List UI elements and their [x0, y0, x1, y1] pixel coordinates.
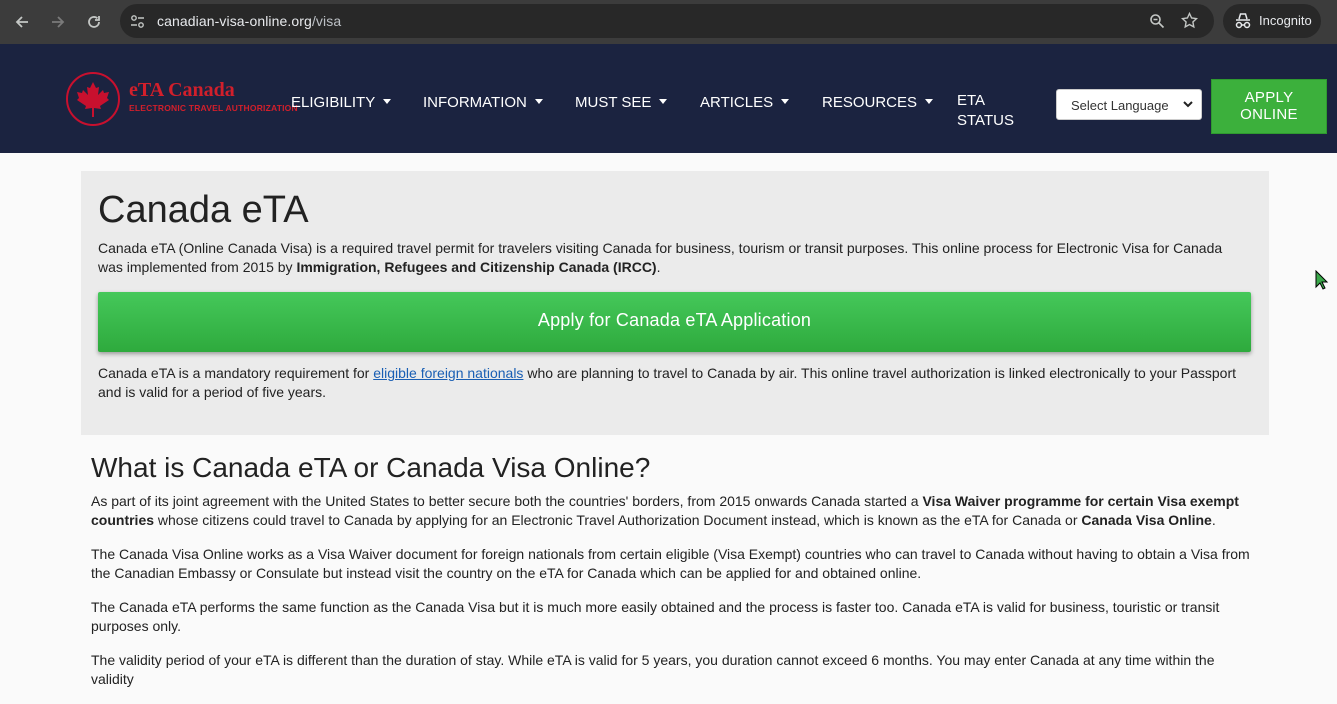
site-logo[interactable]: eTA Canada ELECTRONIC TRAVEL AUTHORIZATI… — [66, 72, 298, 128]
nav-eligibility[interactable]: ELIGIBILITY — [291, 94, 392, 111]
page-title: Canada eTA — [98, 189, 309, 231]
maple-leaf-icon — [77, 82, 109, 117]
reload-button[interactable] — [81, 9, 107, 35]
p1-text-e: . — [1211, 512, 1216, 528]
incognito-label: Incognito — [1259, 13, 1312, 28]
nav-must-see[interactable]: MUST SEE — [575, 94, 668, 111]
p1-text-c: whose citizens could travel to Canada by… — [154, 512, 1082, 528]
eta-status-line1: ETA — [957, 92, 986, 109]
site-settings-icon[interactable] — [130, 14, 145, 29]
logo-title: eTA Canada — [129, 79, 235, 101]
article-paragraph-4: The validity period of your eTA is diffe… — [91, 652, 1215, 687]
language-select-value: Select Language — [1071, 98, 1169, 113]
nav-resources[interactable]: RESOURCES — [822, 94, 934, 111]
url-text: canadian-visa-online.org/visa — [157, 13, 341, 29]
chevron-down-icon — [1183, 101, 1193, 108]
article-paragraph-2: The Canada Visa Online works as a Visa W… — [91, 546, 1250, 581]
caret-down-icon — [659, 99, 668, 104]
hero-intro: Canada eTA (Online Canada Visa) is a req… — [98, 239, 1238, 277]
mouse-cursor-icon — [1315, 270, 1329, 290]
logo-subtitle: ELECTRONIC TRAVEL AUTHORIZATION — [129, 103, 298, 113]
caret-down-icon — [925, 99, 934, 104]
nav-eligibility-label: ELIGIBILITY — [291, 94, 376, 111]
eligible-nationals-link[interactable]: eligible foreign nationals — [373, 365, 523, 381]
caret-down-icon — [781, 99, 790, 104]
nav-articles[interactable]: ARTICLES — [700, 94, 790, 111]
zoom-icon[interactable] — [1149, 13, 1165, 29]
apply-online-button[interactable]: APPLY ONLINE — [1211, 79, 1327, 134]
nav-information[interactable]: INFORMATION — [423, 94, 543, 111]
bookmark-star-icon[interactable] — [1181, 12, 1198, 29]
incognito-icon — [1235, 13, 1251, 29]
caret-down-icon — [534, 99, 543, 104]
eta-status-line2: STATUS — [957, 112, 1014, 129]
incognito-indicator[interactable]: Incognito — [1223, 4, 1321, 38]
nav-resources-label: RESOURCES — [822, 94, 918, 111]
nav-information-label: INFORMATION — [423, 94, 527, 111]
forward-button[interactable] — [45, 9, 71, 35]
hero-intro-end: . — [656, 259, 661, 275]
apply-online-line2: ONLINE — [1240, 106, 1298, 123]
hero-intro-bold: Immigration, Refugees and Citizenship Ca… — [296, 259, 657, 275]
arrow-right-icon — [52, 16, 65, 28]
address-bar[interactable]: canadian-visa-online.org/visa — [120, 4, 1214, 38]
apply-application-button[interactable]: Apply for Canada eTA Application — [98, 292, 1251, 352]
language-select[interactable]: Select Language — [1056, 89, 1202, 120]
nav-must-see-label: MUST SEE — [575, 94, 652, 111]
apply-online-line1: APPLY — [1244, 89, 1294, 106]
article-paragraph-1: As part of its joint agreement with the … — [91, 492, 1251, 530]
p1-bold-d: Canada Visa Online — [1081, 512, 1212, 528]
article-section: What is Canada eTA or Canada Visa Online… — [91, 452, 1251, 704]
hero-note-before: Canada eTA is a mandatory requirement fo… — [98, 365, 374, 381]
nav-eta-status[interactable]: ETA STATUS — [957, 91, 1027, 131]
browser-toolbar: canadian-visa-online.org/visa Incognito — [0, 0, 1337, 44]
article-paragraph-3: The Canada eTA performs the same functio… — [91, 599, 1220, 634]
caret-down-icon — [383, 99, 392, 104]
url-domain: canadian-visa-online.org — [157, 13, 312, 29]
article-heading: What is Canada eTA or Canada Visa Online… — [91, 452, 651, 483]
url-path: /visa — [311, 13, 342, 29]
back-button[interactable] — [9, 9, 35, 35]
logo-circle — [66, 72, 120, 126]
hero-note: Canada eTA is a mandatory requirement fo… — [98, 364, 1243, 402]
site-header: eTA Canada ELECTRONIC TRAVEL AUTHORIZATI… — [0, 44, 1337, 153]
hero-section: Canada eTA Canada eTA (Online Canada Vis… — [81, 171, 1269, 435]
arrow-left-icon — [15, 16, 28, 28]
nav-articles-label: ARTICLES — [700, 94, 774, 111]
p1-text-a: As part of its joint agreement with the … — [91, 493, 923, 509]
reload-icon — [88, 16, 100, 28]
